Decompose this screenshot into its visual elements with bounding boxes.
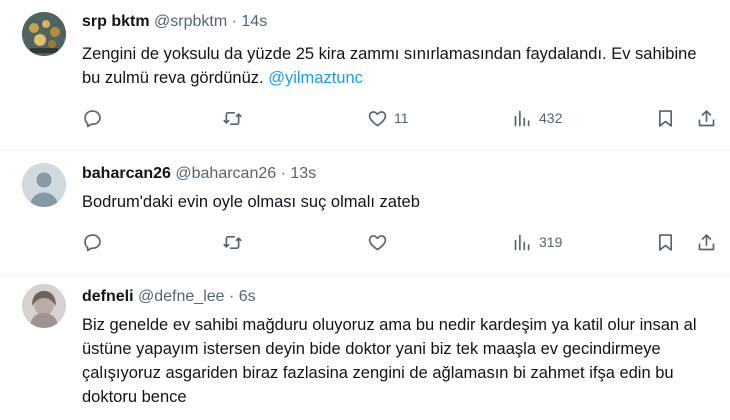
reply-button[interactable] <box>82 106 103 130</box>
views-icon <box>514 234 530 250</box>
tweet-text: Zengini de yoksulu da yüzde 25 kira zamm… <box>82 42 712 90</box>
separator: · <box>280 165 286 182</box>
user-handle[interactable]: @baharcan26 <box>175 165 276 182</box>
bookmark-button[interactable] <box>655 106 676 130</box>
share-icon <box>698 233 715 250</box>
avatar[interactable] <box>22 163 66 207</box>
timestamp[interactable]: 13s <box>290 165 316 182</box>
default-avatar-icon <box>22 163 66 207</box>
bookmark-icon <box>658 109 673 127</box>
like-icon <box>368 234 387 250</box>
retweet-button[interactable] <box>222 106 243 130</box>
display-name[interactable]: baharcan26 <box>82 165 171 182</box>
bookmark-icon <box>658 233 673 251</box>
reply-icon <box>84 109 101 127</box>
avatar-image <box>22 284 66 328</box>
tweet-3[interactable]: defneli @defne_lee · 6s Biz genelde ev s… <box>0 276 730 420</box>
retweet-icon <box>223 111 242 125</box>
avatar[interactable] <box>22 284 66 328</box>
tweet-text: Biz genelde ev sahibi mağduru oluyoruz a… <box>82 316 697 406</box>
separator: · <box>229 288 235 305</box>
action-bar: 319 <box>82 230 722 254</box>
share-button[interactable] <box>696 106 717 130</box>
reply-button[interactable] <box>82 230 103 254</box>
bookmark-button[interactable] <box>655 230 676 254</box>
user-handle[interactable]: @srpbktm <box>154 13 227 30</box>
views-button[interactable]: 432 <box>512 106 562 130</box>
separator: · <box>231 13 237 30</box>
display-name[interactable]: srp bktm <box>82 13 150 30</box>
view-count: 432 <box>539 110 563 126</box>
views-icon <box>514 110 530 126</box>
like-icon <box>368 110 387 126</box>
avatar-image <box>22 12 66 56</box>
tweet-2[interactable]: baharcan26 @baharcan26 · 13s Bodrum'daki… <box>0 151 730 276</box>
like-button[interactable] <box>367 230 388 254</box>
retweet-icon <box>223 235 242 249</box>
views-button[interactable]: 319 <box>512 230 562 254</box>
user-handle[interactable]: @defne_lee <box>138 288 225 305</box>
timestamp[interactable]: 14s <box>241 13 267 30</box>
reply-icon <box>84 233 101 251</box>
like-button[interactable]: 11 <box>367 106 409 130</box>
retweet-button[interactable] <box>222 230 243 254</box>
mention-link[interactable]: @yilmaztunc <box>268 69 363 87</box>
share-button[interactable] <box>696 230 717 254</box>
view-count: 319 <box>539 234 563 250</box>
share-icon <box>698 109 715 126</box>
tweet-text-content: Zengini de yoksulu da yüzde 25 kira zamm… <box>82 45 697 87</box>
tweet-1[interactable]: srp bktm @srpbktm · 14s Zengini de yoksu… <box>0 0 730 151</box>
action-bar: 11 432 <box>82 106 722 130</box>
avatar[interactable] <box>22 12 66 56</box>
timestamp[interactable]: 6s <box>239 288 256 305</box>
display-name[interactable]: defneli <box>82 288 134 305</box>
tweet-text: Bodrum'daki evin oyle olması suç olmalı … <box>82 193 420 211</box>
like-count: 11 <box>394 110 409 126</box>
